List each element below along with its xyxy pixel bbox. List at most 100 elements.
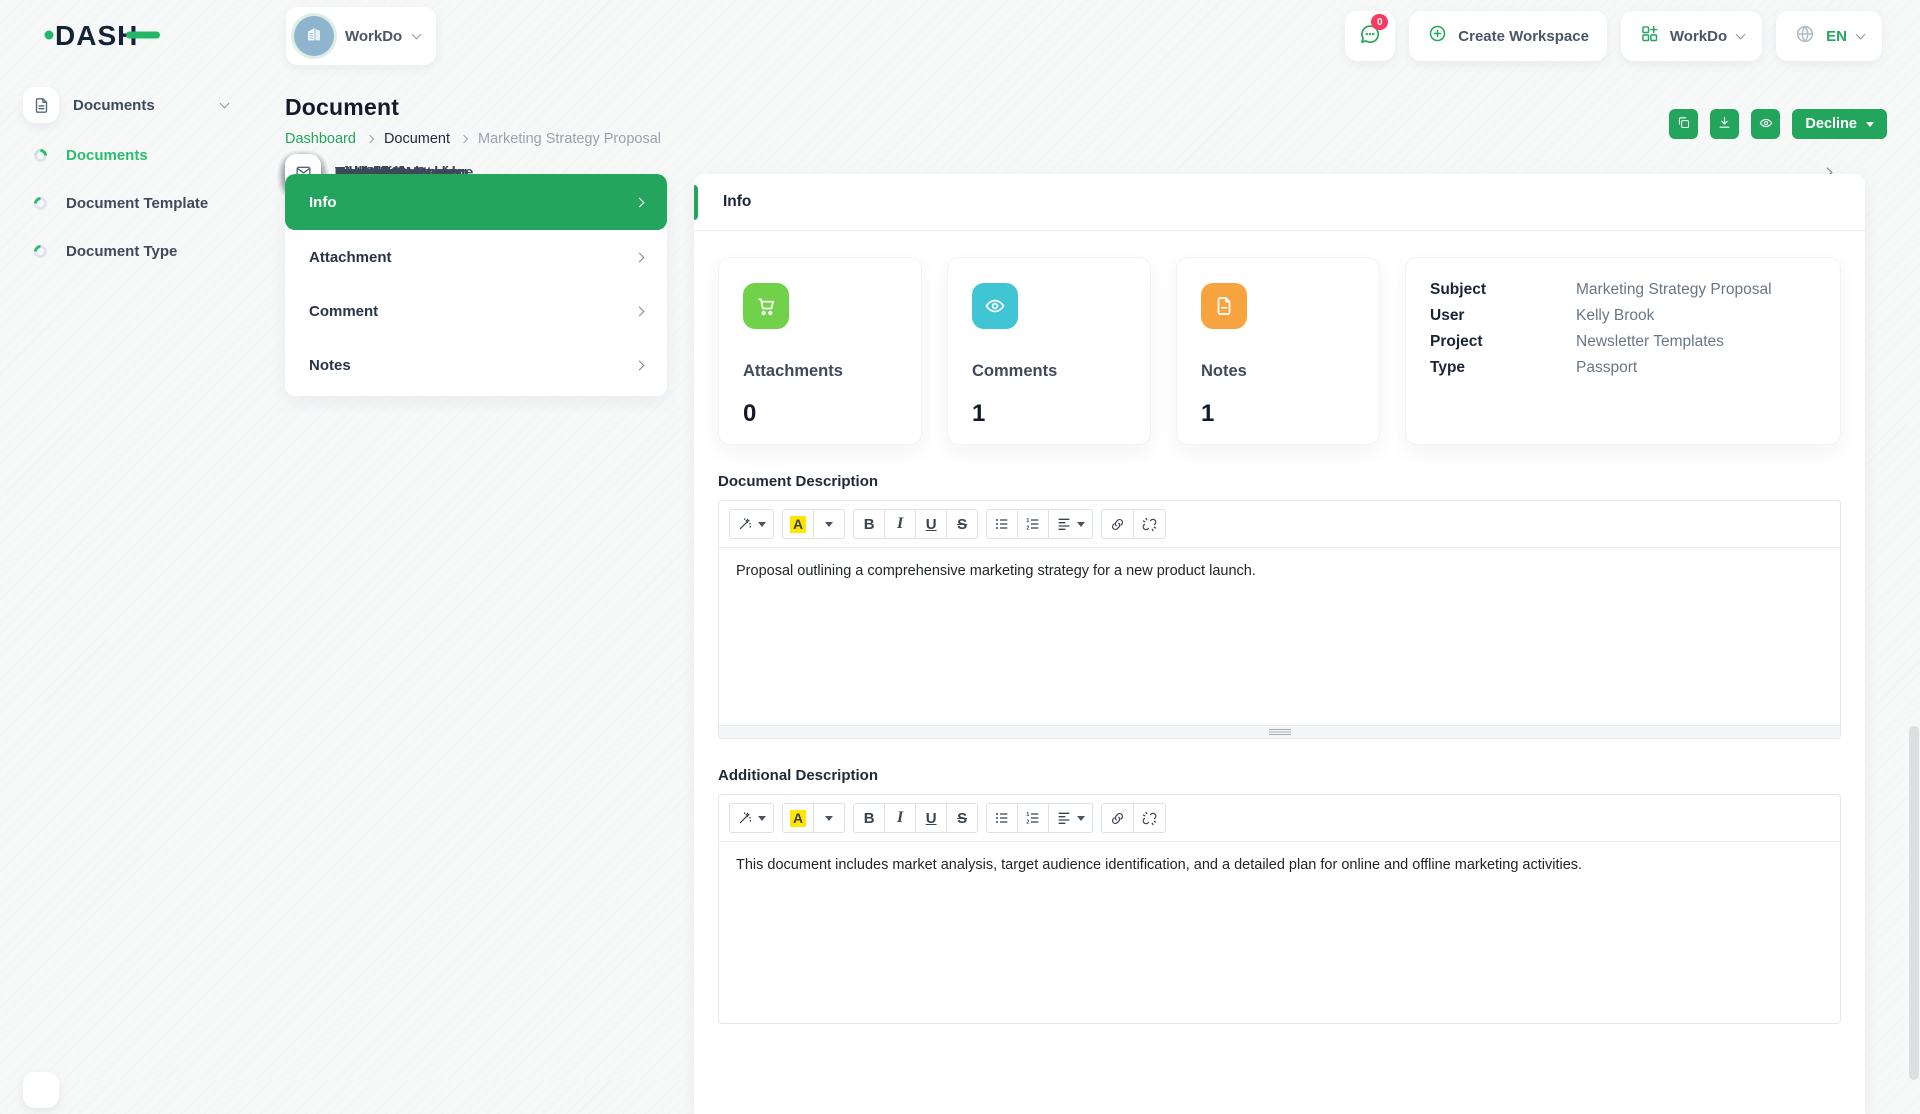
underline-button[interactable]: U xyxy=(915,509,948,539)
bold-button[interactable]: B xyxy=(853,509,886,539)
unordered-list-button[interactable] xyxy=(986,803,1019,833)
stat-value: 0 xyxy=(743,400,757,427)
sidebar-item-document-template[interactable]: Document Template xyxy=(23,179,262,227)
detail-value: Newsletter Templates xyxy=(1576,333,1724,350)
font-color-dropdown-button[interactable] xyxy=(813,509,846,539)
decline-button[interactable]: Decline xyxy=(1792,109,1887,139)
info-panel: Info Attachments 0 Comments 1 Notes 1 Su… xyxy=(694,174,1865,1114)
workspace-menu-button[interactable]: WorkDo xyxy=(1620,11,1763,61)
breadcrumb: Dashboard Document Marketing Strategy Pr… xyxy=(285,131,661,147)
unordered-list-icon xyxy=(996,519,1008,529)
tab-label: Info xyxy=(309,193,337,211)
stat-value: 1 xyxy=(1201,400,1215,427)
tab-attachment[interactable]: Attachment xyxy=(285,230,667,284)
document-description-input[interactable]: Proposal outlining a comprehensive marke… xyxy=(719,548,1840,725)
font-color-button[interactable]: A xyxy=(782,509,815,539)
unordered-list-button[interactable] xyxy=(986,509,1019,539)
create-workspace-label: Create Workspace xyxy=(1458,27,1589,45)
link-icon xyxy=(1112,812,1124,824)
strikethrough-icon: S xyxy=(957,515,968,533)
sidebar: Documents Documents Document Template Do… xyxy=(0,72,1833,1108)
workspace-switcher[interactable]: WorkDo xyxy=(286,7,437,65)
paragraph-align-button[interactable] xyxy=(1048,803,1094,833)
detail-label: User xyxy=(1430,307,1465,324)
duplicate-button[interactable] xyxy=(1669,109,1699,139)
paragraph-align-button[interactable] xyxy=(1048,509,1094,539)
unordered-list-icon xyxy=(996,813,1008,823)
messages-badge: 0 xyxy=(1371,14,1389,30)
detail-value: Passport xyxy=(1576,359,1638,376)
bold-button[interactable]: B xyxy=(853,803,886,833)
stat-card-comments: Comments 1 xyxy=(947,257,1151,445)
page-actions: Decline xyxy=(1669,109,1887,139)
chevron-down-icon xyxy=(1855,29,1866,39)
sidebar-item-document-type[interactable]: Document Type xyxy=(23,227,262,275)
magic-style-button[interactable] xyxy=(729,803,774,833)
strikethrough-button[interactable]: S xyxy=(946,509,979,539)
tab-comment[interactable]: Comment xyxy=(285,284,667,338)
font-color-dropdown-button[interactable] xyxy=(813,803,846,833)
building-icon xyxy=(303,23,325,50)
unlink-button[interactable] xyxy=(1133,509,1167,539)
ordered-list-icon: 12 xyxy=(1026,518,1039,531)
breadcrumb-current: Marketing Strategy Proposal xyxy=(478,131,661,147)
paragraph-align-icon xyxy=(1058,518,1070,530)
dropdown-caret-icon xyxy=(1077,815,1086,821)
font-color-icon: A xyxy=(790,809,807,827)
progress-dot-icon xyxy=(31,241,50,261)
sidebar-item-documents-parent[interactable]: Documents xyxy=(23,79,262,131)
dropdown-caret-icon xyxy=(758,815,766,821)
sidebar-item-partial[interactable] xyxy=(23,1072,59,1108)
workspace-menu-label: WorkDo xyxy=(1669,27,1728,45)
tab-label: Comment xyxy=(309,302,379,320)
breadcrumb-dashboard-link[interactable]: Dashboard xyxy=(285,131,356,147)
link-button[interactable] xyxy=(1101,803,1135,833)
unlink-button[interactable] xyxy=(1133,803,1167,833)
chevron-right-icon xyxy=(634,252,645,262)
tab-info[interactable]: Info xyxy=(285,174,667,230)
additional-description-input[interactable]: This document includes market analysis, … xyxy=(719,842,1840,1023)
document-details-card: Subject Marketing Strategy Proposal User… xyxy=(1405,257,1841,445)
detail-label: Project xyxy=(1430,333,1483,350)
tab-notes[interactable]: Notes xyxy=(285,338,667,392)
underline-button[interactable]: U xyxy=(915,803,948,833)
language-selector[interactable]: EN xyxy=(1776,11,1882,61)
editor-resize-bar[interactable] xyxy=(719,725,1840,738)
workspace-avatar xyxy=(294,16,334,56)
sidebar-item-label: Documents xyxy=(66,146,148,164)
main-content: Document Dashboard Document Marketing St… xyxy=(285,72,1887,1114)
preview-button[interactable] xyxy=(1751,109,1781,139)
download-icon xyxy=(1717,115,1732,133)
create-workspace-button[interactable]: Create Workspace xyxy=(1409,11,1607,61)
scrollbar-thumb[interactable] xyxy=(1909,726,1919,1080)
stat-label: Notes xyxy=(1201,362,1247,380)
page-scrollbar[interactable] xyxy=(1907,0,1920,1080)
ordered-list-button[interactable]: 12 xyxy=(1017,803,1050,833)
page-header: Document Dashboard Document Marketing St… xyxy=(285,94,1887,147)
dash-logo[interactable]: DASH xyxy=(44,17,192,56)
italic-button[interactable]: I xyxy=(884,803,917,833)
sidebar-item-documents[interactable]: Documents xyxy=(23,131,262,179)
editor-toolbar: A B I U S 1 2 xyxy=(719,795,1840,842)
italic-button[interactable]: I xyxy=(884,509,917,539)
font-color-button[interactable]: A xyxy=(782,803,815,833)
stat-card-notes: Notes 1 xyxy=(1176,257,1380,445)
svg-text:2: 2 xyxy=(1026,819,1029,825)
link-icon xyxy=(1112,518,1124,530)
strikethrough-icon: S xyxy=(957,809,968,827)
download-button[interactable] xyxy=(1710,109,1740,139)
chevron-right-icon xyxy=(634,197,645,207)
strikethrough-button[interactable]: S xyxy=(946,803,979,833)
chevron-down-icon xyxy=(219,98,230,108)
detail-row-subject: Subject Marketing Strategy Proposal xyxy=(1430,279,1816,300)
detail-row-user: User Kelly Brook xyxy=(1430,305,1816,326)
magic-style-button[interactable] xyxy=(729,509,774,539)
info-panel-header: Info xyxy=(694,174,1865,231)
ordered-list-button[interactable]: 12 xyxy=(1017,509,1050,539)
svg-text:2: 2 xyxy=(1026,525,1029,531)
sidebar-item-label: Document Template xyxy=(66,194,209,212)
italic-icon: I xyxy=(897,809,904,826)
link-button[interactable] xyxy=(1101,509,1135,539)
underline-icon: U xyxy=(925,809,937,827)
messages-button[interactable]: 0 xyxy=(1345,11,1396,61)
